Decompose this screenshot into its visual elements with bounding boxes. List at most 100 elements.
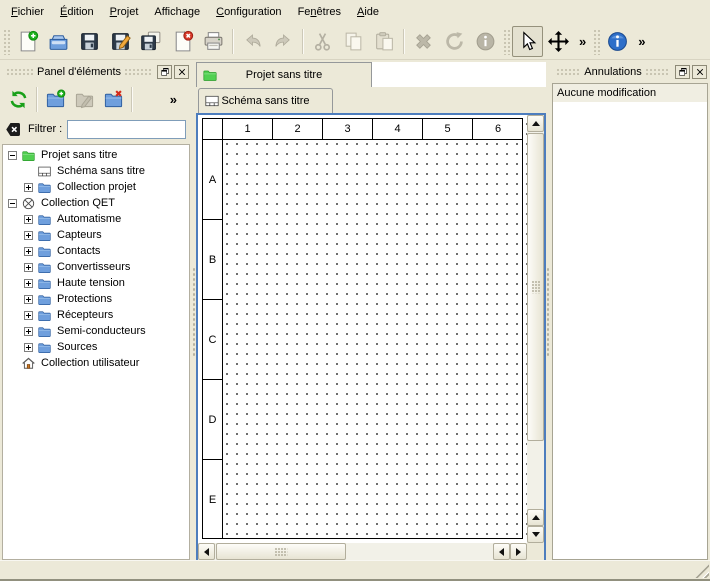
tab-project[interactable]: Projet sans titre: [196, 62, 372, 87]
dock-grip[interactable]: [556, 68, 581, 76]
expand-icon[interactable]: [24, 295, 33, 304]
horizontal-scrollbar[interactable]: [198, 543, 527, 560]
elements-panel-title: Panel d'éléments: [37, 66, 121, 78]
new-project-button[interactable]: [12, 26, 43, 57]
arrow-left-icon: [499, 548, 504, 556]
category-toolbar-overflow[interactable]: »: [165, 92, 182, 107]
tree-item-convertisseurs[interactable]: Convertisseurs: [3, 259, 189, 275]
save-button[interactable]: [74, 26, 105, 57]
folder-icon: [37, 244, 52, 259]
scroll-up-button-2[interactable]: [527, 509, 544, 526]
paste-button: [369, 26, 400, 57]
collapse-icon[interactable]: [8, 199, 17, 208]
scroll-right-button[interactable]: [510, 543, 527, 560]
save-as-button[interactable]: [105, 26, 136, 57]
open-project-button[interactable]: [43, 26, 74, 57]
print-icon: [202, 30, 225, 53]
toolbar-drag-handle[interactable]: [3, 29, 10, 55]
save-all-button[interactable]: [136, 26, 167, 57]
toolbar-separator: [36, 87, 38, 112]
tree-item-automatisme[interactable]: Automatisme: [3, 211, 189, 227]
pan-mode-button[interactable]: [543, 26, 574, 57]
elements-tree: Projet sans titreSchéma sans titreCollec…: [2, 144, 190, 560]
print-button[interactable]: [198, 26, 229, 57]
expand-icon[interactable]: [24, 231, 33, 240]
dock-grip[interactable]: [124, 68, 152, 76]
expand-icon[interactable]: [24, 247, 33, 256]
scroll-left-button[interactable]: [198, 543, 215, 560]
tree-item-sources[interactable]: Sources: [3, 339, 189, 355]
float-panel-button[interactable]: [157, 65, 172, 79]
undo-list-item[interactable]: Aucune modification: [553, 84, 707, 102]
tree-item-sch-ma-sans-titre[interactable]: Schéma sans titre: [3, 163, 189, 179]
tab-schema[interactable]: Schéma sans titre: [198, 88, 333, 113]
about-qet-button[interactable]: [602, 26, 633, 57]
refresh-icon: [8, 89, 29, 110]
tree-item-contacts[interactable]: Contacts: [3, 243, 189, 259]
toolbar-drag-handle[interactable]: [503, 29, 510, 55]
toolbar-drag-handle[interactable]: [593, 29, 600, 55]
expand-icon[interactable]: [24, 215, 33, 224]
expand-icon[interactable]: [24, 311, 33, 320]
elements-panel-dock: Panel d'éléments » Filtrer : Projet sans…: [0, 62, 192, 562]
selection-mode-button[interactable]: [512, 26, 543, 57]
tree-item-semi-conducteurs[interactable]: Semi-conducteurs: [3, 323, 189, 339]
main-area: Panel d'éléments » Filtrer : Projet sans…: [0, 60, 710, 562]
scroll-down-button[interactable]: [527, 526, 544, 543]
diagram-frame: 123456 ABCDE: [202, 118, 523, 539]
scroll-left-button-2[interactable]: [493, 543, 510, 560]
tree-item-collection-qet[interactable]: Collection QET: [3, 195, 189, 211]
clear-filter-button[interactable]: [4, 120, 23, 139]
menu-item-edition[interactable]: Édition: [52, 2, 102, 22]
vertical-scroll-thumb[interactable]: [527, 133, 544, 441]
right-splitter[interactable]: [546, 62, 550, 562]
expand-icon[interactable]: [24, 279, 33, 288]
help-toolbar-group: »: [602, 26, 650, 57]
delete-category-button[interactable]: [99, 85, 128, 114]
collapse-icon[interactable]: [8, 151, 17, 160]
diagram-canvas[interactable]: 123456 ABCDE: [198, 115, 527, 543]
menu-item-affichage[interactable]: Affichage: [146, 2, 208, 22]
close-panel-button[interactable]: [174, 65, 189, 79]
folder-icon: [37, 324, 52, 339]
expand-icon[interactable]: [24, 327, 33, 336]
float-panel-button[interactable]: [675, 65, 690, 79]
new-category-button[interactable]: [41, 85, 70, 114]
folder-icon: [37, 340, 52, 355]
menu-item-projet[interactable]: Projet: [102, 2, 147, 22]
close-file-button[interactable]: [167, 26, 198, 57]
tree-item-collection-utilisateur[interactable]: Collection utilisateur: [3, 355, 189, 371]
save-as-icon: [109, 30, 132, 53]
menu-item-fichier[interactable]: Fichier: [3, 2, 52, 22]
dock-grip[interactable]: [645, 68, 670, 76]
horizontal-scroll-thumb[interactable]: [216, 543, 346, 560]
tree-item-haute-tension[interactable]: Haute tension: [3, 275, 189, 291]
tree-item-collection-projet[interactable]: Collection projet: [3, 179, 189, 195]
tree-item-projet-sans-titre[interactable]: Projet sans titre: [3, 147, 189, 163]
scroll-up-button[interactable]: [527, 115, 544, 132]
tree-item-label: Capteurs: [57, 229, 102, 241]
vertical-scrollbar[interactable]: [527, 115, 544, 543]
folder-icon: [37, 292, 52, 307]
menu-item-configuration[interactable]: Configuration: [208, 2, 289, 22]
filter-input[interactable]: [67, 120, 186, 139]
expand-icon[interactable]: [24, 343, 33, 352]
tree-item-r-cepteurs[interactable]: Récepteurs: [3, 307, 189, 323]
menu-item-fenetres[interactable]: Fenêtres: [290, 2, 349, 22]
save-icon: [78, 30, 101, 53]
help-overflow-button[interactable]: »: [633, 34, 650, 49]
save-all-icon: [140, 30, 163, 53]
expand-icon[interactable]: [24, 183, 33, 192]
reload-collections-button[interactable]: [4, 85, 33, 114]
tree-item-protections[interactable]: Protections: [3, 291, 189, 307]
folder-icon: [37, 308, 52, 323]
mode-overflow-button[interactable]: »: [574, 34, 591, 49]
dock-grip[interactable]: [6, 68, 34, 76]
menu-item-aide[interactable]: Aide: [349, 2, 387, 22]
arrow-up-icon: [532, 121, 540, 126]
tree-item-capteurs[interactable]: Capteurs: [3, 227, 189, 243]
close-panel-button[interactable]: [692, 65, 707, 79]
resize-grip[interactable]: [695, 564, 709, 578]
expand-icon[interactable]: [24, 263, 33, 272]
row-header-E: E: [203, 460, 222, 539]
